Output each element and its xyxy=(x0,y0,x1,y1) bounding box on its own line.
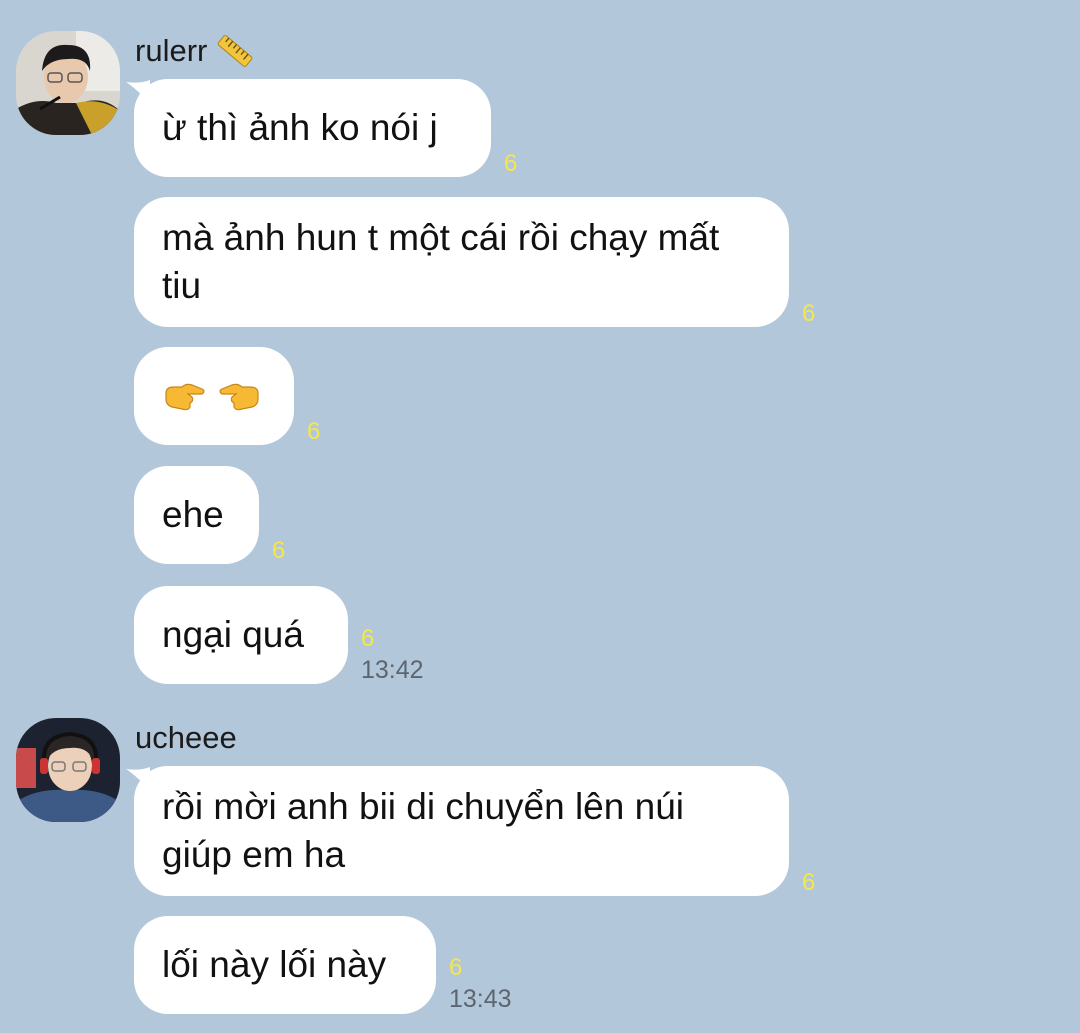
message-text: ehe xyxy=(162,494,224,535)
unread-count: 6 xyxy=(802,869,816,896)
unread-count: 6 xyxy=(361,625,375,652)
message-bubble[interactable]: lối này lối này xyxy=(134,916,436,1014)
message-text: lối này lối này xyxy=(162,944,387,985)
emoji-row xyxy=(162,373,262,419)
message-text: mà ảnh hun t một cái rồi chạy mất tiu xyxy=(162,217,720,306)
message-text: ừ thì ảnh ko nói j xyxy=(162,107,438,148)
sender-name: rulerr xyxy=(135,33,208,68)
avatar-ucheee[interactable] xyxy=(16,718,120,822)
message-bubble[interactable]: ehe xyxy=(134,466,259,564)
unread-count: 6 xyxy=(449,954,463,981)
message-bubble[interactable]: ngại quá xyxy=(134,586,348,684)
message-bubble[interactable] xyxy=(134,347,294,445)
message-time: 13:42 xyxy=(361,656,424,684)
sender-name-ucheee: ucheee xyxy=(135,718,237,758)
message-bubble[interactable]: rồi mời anh bii di chuyển lên núi giúp e… xyxy=(134,766,789,896)
message-text: rồi mời anh bii di chuyển lên núi giúp e… xyxy=(162,786,684,875)
avatar-rulerr[interactable] xyxy=(16,31,120,135)
message-text: ngại quá xyxy=(162,614,304,655)
sender-name-rulerr: rulerr xyxy=(135,31,255,71)
ruler-icon xyxy=(215,31,255,71)
pointing-right-icon xyxy=(165,383,205,411)
unread-count: 6 xyxy=(504,150,518,177)
pointing-left-icon xyxy=(219,383,259,411)
unread-count: 6 xyxy=(307,418,321,445)
message-bubble[interactable]: ừ thì ảnh ko nói j xyxy=(134,79,491,177)
message-bubble[interactable]: mà ảnh hun t một cái rồi chạy mất tiu xyxy=(134,197,789,327)
message-time: 13:43 xyxy=(449,985,512,1013)
sender-name: ucheee xyxy=(135,720,237,755)
unread-count: 6 xyxy=(272,537,286,564)
unread-count: 6 xyxy=(802,300,816,327)
